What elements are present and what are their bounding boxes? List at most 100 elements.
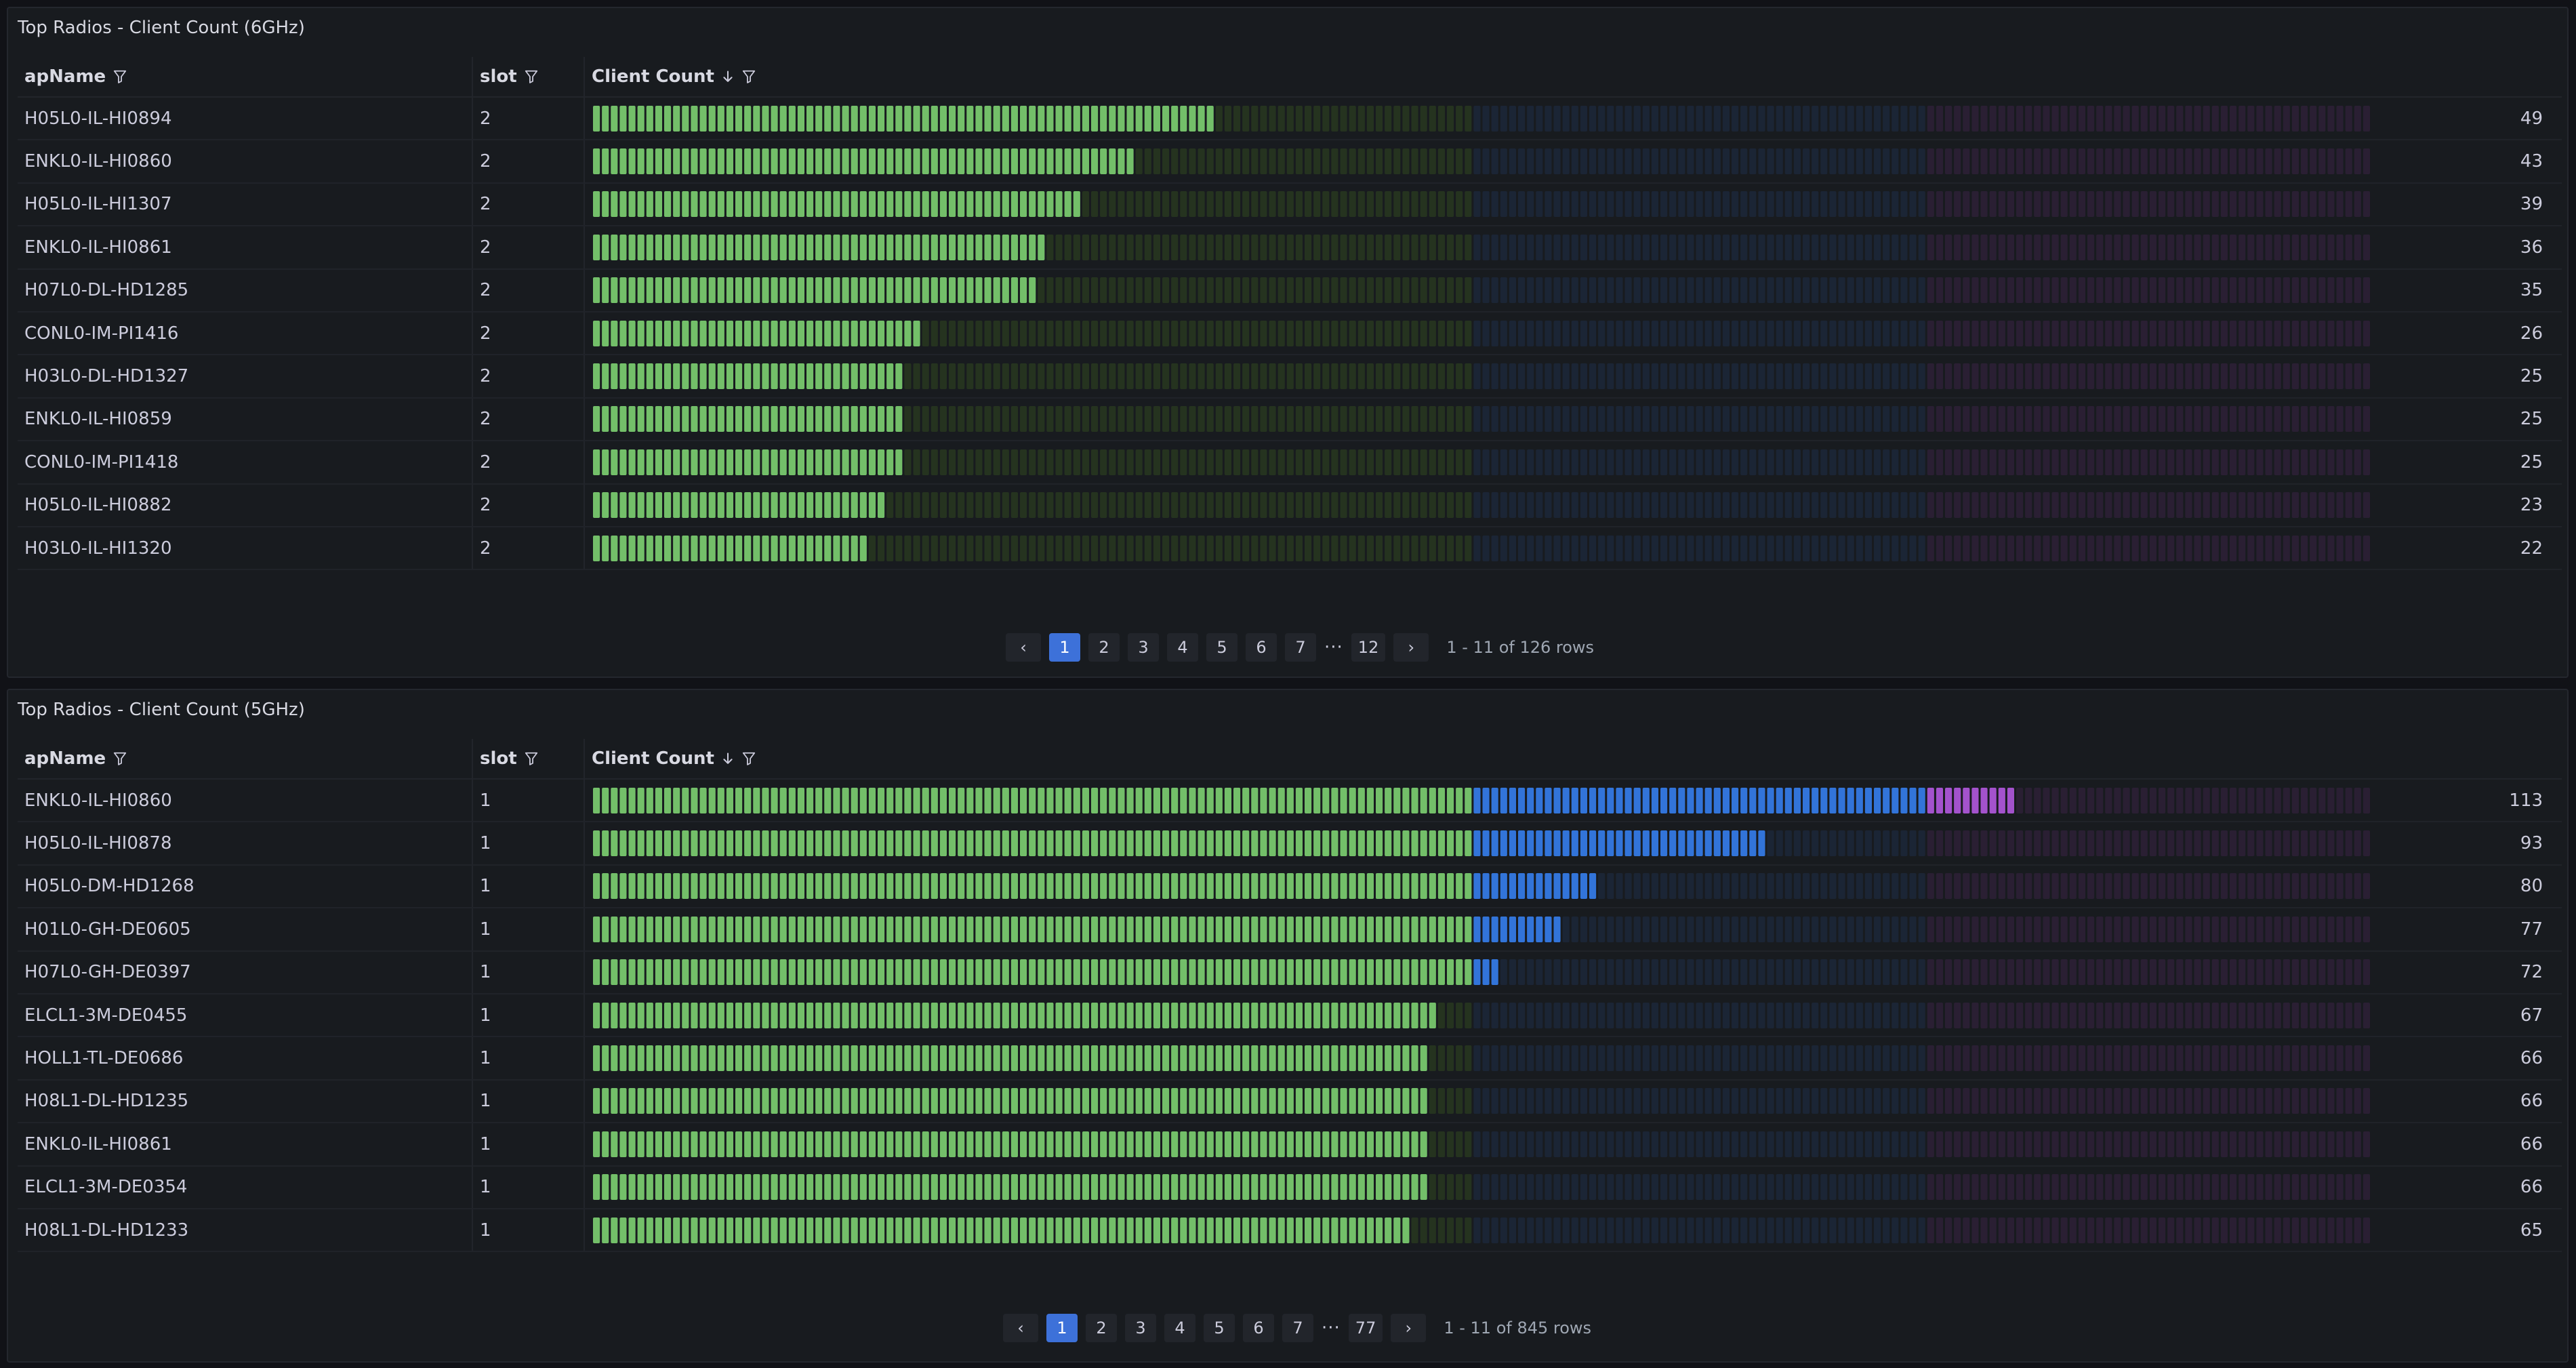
client-count-value: 36 [2520, 237, 2543, 258]
bar-gauge [593, 492, 2372, 519]
client-count-value: 80 [2520, 876, 2543, 897]
page-button-last[interactable]: 12 [1351, 633, 1386, 662]
cell-client-count: 93 [584, 822, 2562, 864]
client-count-value: 26 [2520, 323, 2543, 344]
cell-slot: 2 [472, 226, 584, 268]
page-button-1[interactable]: 1 [1046, 1314, 1078, 1342]
table-row: ELCL1-3M-DE0354 1 66 [18, 1166, 2562, 1209]
table-row: ENKL0-IL-HI0860 1 113 [18, 780, 2562, 823]
cell-client-count: 39 [584, 183, 2562, 226]
column-header-slot[interactable]: slot [472, 739, 584, 778]
column-header-client-count[interactable]: Client Count [584, 739, 2562, 778]
cell-client-count: 80 [584, 865, 2562, 908]
cell-apname: H05L0-IL-HI0878 [24, 833, 172, 854]
cell-client-count: 25 [584, 441, 2562, 483]
bar-gauge [593, 787, 2372, 813]
column-header-label: apName [24, 66, 106, 87]
cell-client-count: 23 [584, 484, 2562, 526]
column-header-label: Client Count [592, 748, 714, 769]
cell-client-count: 25 [584, 355, 2562, 397]
next-page-button[interactable]: › [1393, 633, 1429, 662]
table-row: H07L0-GH-DE0397 1 72 [18, 951, 2562, 994]
client-count-value: 35 [2520, 280, 2543, 301]
bar-gauge [593, 277, 2372, 304]
cell-slot: 2 [472, 183, 584, 226]
bar-gauge [593, 449, 2372, 475]
filter-icon[interactable] [741, 751, 756, 766]
cell-slot: 1 [472, 908, 584, 950]
bar-gauge [593, 535, 2372, 561]
table-header: apName slot Client Count [18, 739, 2562, 780]
table-row: CONL0-IM-PI1418 2 25 [18, 441, 2562, 485]
column-header-apname[interactable]: apName [18, 739, 472, 778]
cell-apname: ENKL0-IL-HI0861 [24, 1133, 172, 1154]
page-button-3[interactable]: 3 [1125, 1314, 1156, 1342]
table-row: ENKL0-IL-HI0860 2 43 [18, 140, 2562, 184]
page-button-5[interactable]: 5 [1204, 1314, 1235, 1342]
panel-5ghz: Top Radios - Client Count (5GHz) apName … [7, 689, 2569, 1363]
panel-title: Top Radios - Client Count (5GHz) [18, 700, 305, 720]
filter-icon[interactable] [524, 751, 539, 766]
cell-slot: 2 [472, 398, 584, 441]
filter-icon[interactable] [113, 751, 127, 766]
pagination: ‹ 1 2 3 4 5 6 7 ··· 12 › 1 - 11 of 126 rows [1006, 633, 1594, 662]
bar-gauge [593, 1088, 2372, 1114]
cell-apname: CONL0-IM-PI1418 [24, 451, 179, 472]
cell-apname: H07L0-GH-DE0397 [24, 962, 191, 983]
cell-apname: H05L0-IL-HI0882 [24, 495, 172, 516]
sort-descending-icon[interactable] [721, 751, 735, 766]
cell-slot: 1 [472, 1209, 584, 1251]
client-count-value: 77 [2520, 919, 2543, 940]
column-header-slot[interactable]: slot [472, 57, 584, 96]
page-button-4[interactable]: 4 [1164, 1314, 1195, 1342]
column-header-client-count[interactable]: Client Count [584, 57, 2562, 96]
cell-apname: CONL0-IM-PI1416 [24, 323, 179, 344]
cell-client-count: 72 [584, 951, 2562, 993]
page-button-2[interactable]: 2 [1086, 1314, 1117, 1342]
pagination: ‹ 1 2 3 4 5 6 7 ··· 77 › 1 - 11 of 845 rows [1003, 1314, 1591, 1342]
cell-client-count: 25 [584, 398, 2562, 441]
table-row: ELCL1-3M-DE0455 1 67 [18, 994, 2562, 1038]
page-button-last[interactable]: 77 [1348, 1314, 1383, 1342]
sort-descending-icon[interactable] [721, 69, 735, 84]
cell-slot: 1 [472, 1166, 584, 1208]
next-page-button[interactable]: › [1391, 1314, 1427, 1342]
cell-client-count: 36 [584, 226, 2562, 268]
cell-slot: 2 [472, 98, 584, 140]
bar-gauge [593, 363, 2372, 390]
table-row: H08L1-DL-HD1233 1 65 [18, 1209, 2562, 1253]
cell-client-count: 65 [584, 1209, 2562, 1251]
page-button-5[interactable]: 5 [1206, 633, 1238, 662]
pagination-ellipsis: ··· [1324, 637, 1343, 658]
client-count-value: 49 [2520, 108, 2543, 129]
prev-page-button[interactable]: ‹ [1003, 1314, 1038, 1342]
prev-page-button[interactable]: ‹ [1006, 633, 1041, 662]
cell-slot: 1 [472, 951, 584, 993]
table: apName slot Client Count [18, 57, 2562, 571]
page-button-6[interactable]: 6 [1246, 633, 1277, 662]
cell-slot: 2 [472, 140, 584, 182]
filter-icon[interactable] [741, 69, 756, 84]
cell-apname: H08L1-DL-HD1235 [24, 1091, 189, 1112]
table: apName slot Client Count [18, 739, 2562, 1253]
cell-apname: H03L0-DL-HD1327 [24, 366, 189, 387]
column-header-label: slot [480, 66, 517, 87]
page-button-7[interactable]: 7 [1282, 1314, 1313, 1342]
filter-icon[interactable] [524, 69, 539, 84]
page-button-1[interactable]: 1 [1049, 633, 1080, 662]
column-header-apname[interactable]: apName [18, 57, 472, 96]
filter-icon[interactable] [113, 69, 127, 84]
cell-slot: 1 [472, 1080, 584, 1123]
page-button-3[interactable]: 3 [1128, 633, 1159, 662]
bar-gauge [593, 916, 2372, 942]
rows-summary: 1 - 11 of 845 rows [1444, 1319, 1592, 1337]
table-row: H05L0-IL-HI0894 2 49 [18, 98, 2562, 141]
table-row: ENKL0-IL-HI0861 1 66 [18, 1123, 2562, 1167]
page-button-2[interactable]: 2 [1088, 633, 1120, 662]
page-button-4[interactable]: 4 [1167, 633, 1198, 662]
table-row: ENKL0-IL-HI0859 2 25 [18, 398, 2562, 442]
table-row: H03L0-DL-HD1327 2 25 [18, 355, 2562, 399]
page-button-7[interactable]: 7 [1285, 633, 1316, 662]
client-count-value: 72 [2520, 962, 2543, 983]
page-button-6[interactable]: 6 [1243, 1314, 1274, 1342]
